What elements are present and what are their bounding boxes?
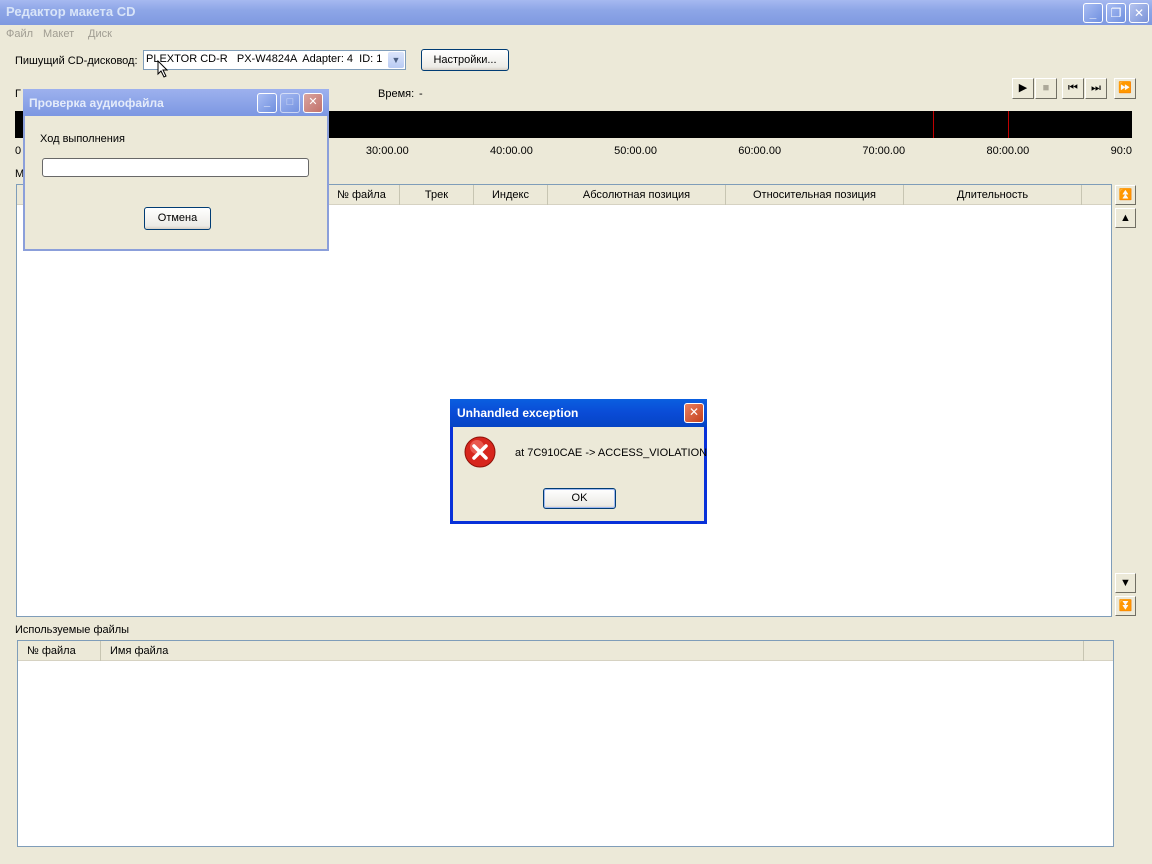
- dialog-minimize-button[interactable]: _: [257, 93, 277, 113]
- timeline-tick-label: 60:00.00: [738, 145, 782, 157]
- ok-button[interactable]: OK: [543, 488, 616, 509]
- menu-bar: Файл Макет Диск: [0, 26, 1152, 44]
- chevron-down-icon: ▼: [391, 55, 401, 65]
- timeline-tick-label: 90:0: [1110, 145, 1132, 157]
- drive-select-value: PLEXTOR CD-R PX-W4824A Adapter: 4 ID: 1: [146, 53, 383, 65]
- close-icon: ✕: [1133, 6, 1145, 20]
- timeline-tick-label: 0: [15, 145, 22, 157]
- dialog-maximize-button[interactable]: □: [280, 93, 300, 113]
- minimize-icon: _: [263, 96, 271, 108]
- tracks-col-file-no[interactable]: № файла: [324, 185, 400, 205]
- error-icon: [464, 436, 496, 468]
- timeline-marker: [933, 111, 935, 138]
- skip-forward-button[interactable]: ⏭: [1085, 78, 1107, 99]
- error-title: Unhandled exception: [457, 406, 579, 420]
- error-message: at 7C910CAE -> ACCESS_VIOLATION: [515, 447, 708, 459]
- move-up-icon: ▲: [1120, 212, 1131, 224]
- tracks-col-abs-pos[interactable]: Абсолютная позиция: [548, 185, 726, 205]
- restore-icon: ❐: [1110, 6, 1122, 20]
- tracks-col-track[interactable]: Трек: [400, 185, 474, 205]
- skip-forward-icon: ⏭: [1091, 82, 1101, 94]
- close-button[interactable]: ✕: [1129, 3, 1149, 23]
- timeline-tick-label: 50:00.00: [614, 145, 657, 157]
- minimize-button[interactable]: _: [1083, 3, 1103, 23]
- partial-label-1: Г: [15, 88, 21, 100]
- settings-button[interactable]: Настройки...: [421, 49, 509, 71]
- menu-disc[interactable]: Диск: [88, 28, 112, 40]
- timeline-marker: [1007, 111, 1009, 138]
- move-top-icon: ⏫: [1118, 189, 1133, 201]
- fast-forward-button[interactable]: ⏩: [1114, 78, 1136, 99]
- files-list-header: № файла Имя файла: [18, 641, 1113, 661]
- drive-label: Пишущий CD-дисковод:: [15, 55, 138, 67]
- progress-label: Ход выполнения: [40, 133, 125, 145]
- play-button[interactable]: ▶: [1012, 78, 1034, 99]
- time-value: -: [419, 88, 423, 100]
- timeline-tick-label: 30:00.00: [365, 145, 409, 157]
- close-icon: ✕: [308, 96, 318, 108]
- files-col-file-name[interactable]: Имя файла: [101, 641, 1084, 661]
- dialog-close-button[interactable]: ✕: [303, 93, 323, 113]
- menu-file[interactable]: Файл: [6, 28, 33, 40]
- fast-forward-icon: ⏩: [1118, 82, 1132, 94]
- tracks-col-duration[interactable]: Длительность: [904, 185, 1082, 205]
- files-section-label: Используемые файлы: [15, 624, 130, 636]
- progress-bar: [42, 158, 309, 177]
- move-top-button[interactable]: ⏫: [1115, 185, 1136, 205]
- menu-layout[interactable]: Макет: [43, 28, 74, 40]
- files-col-file-no[interactable]: № файла: [18, 641, 101, 661]
- play-icon: ▶: [1018, 82, 1028, 94]
- close-icon: ✕: [688, 405, 700, 419]
- restore-button[interactable]: ❐: [1106, 3, 1126, 23]
- timeline-tick-label: 40:00.00: [490, 145, 533, 157]
- tracks-col-rel-pos[interactable]: Относительная позиция: [726, 185, 904, 205]
- minimize-icon: _: [1089, 6, 1097, 20]
- window-title: Редактор макета CD: [6, 4, 136, 19]
- main-title-bar: Редактор макета CD _ ❐ ✕: [0, 0, 1152, 25]
- drive-select[interactable]: PLEXTOR CD-R PX-W4824A Adapter: 4 ID: 1 …: [143, 50, 406, 70]
- audio-check-title-bar: Проверка аудиофайла _ □ ✕: [23, 89, 329, 116]
- audio-check-dialog: Проверка аудиофайла _ □ ✕ Ход выполнения…: [23, 89, 329, 251]
- move-bottom-icon: ⏬: [1118, 600, 1133, 612]
- mouse-cursor-icon: [157, 60, 169, 78]
- skip-back-icon: ⏮: [1068, 82, 1078, 94]
- error-close-button[interactable]: ✕: [684, 403, 704, 423]
- error-title-bar: Unhandled exception ✕: [450, 399, 707, 427]
- move-down-button[interactable]: ▼: [1115, 573, 1136, 593]
- timeline-tick-label: 70:00.00: [862, 145, 906, 157]
- maximize-icon: □: [286, 96, 294, 108]
- files-list[interactable]: № файла Имя файла: [17, 640, 1114, 847]
- error-dialog: Unhandled exception ✕ at 7C910CAE -> ACC…: [450, 399, 707, 524]
- skip-back-button[interactable]: ⏮: [1062, 78, 1084, 99]
- drive-dropdown-button[interactable]: ▼: [388, 52, 404, 68]
- cancel-button[interactable]: Отмена: [144, 207, 211, 230]
- move-up-button[interactable]: ▲: [1115, 208, 1136, 228]
- move-bottom-button[interactable]: ⏬: [1115, 596, 1136, 616]
- timeline-tick-label: 80:00.00: [986, 145, 1030, 157]
- move-down-icon: ▼: [1120, 577, 1131, 589]
- audio-check-title: Проверка аудиофайла: [29, 96, 164, 110]
- stop-button[interactable]: ■: [1035, 78, 1057, 99]
- stop-icon: ■: [1042, 82, 1050, 94]
- time-label: Время:: [378, 88, 415, 100]
- tracks-col-index[interactable]: Индекс: [474, 185, 548, 205]
